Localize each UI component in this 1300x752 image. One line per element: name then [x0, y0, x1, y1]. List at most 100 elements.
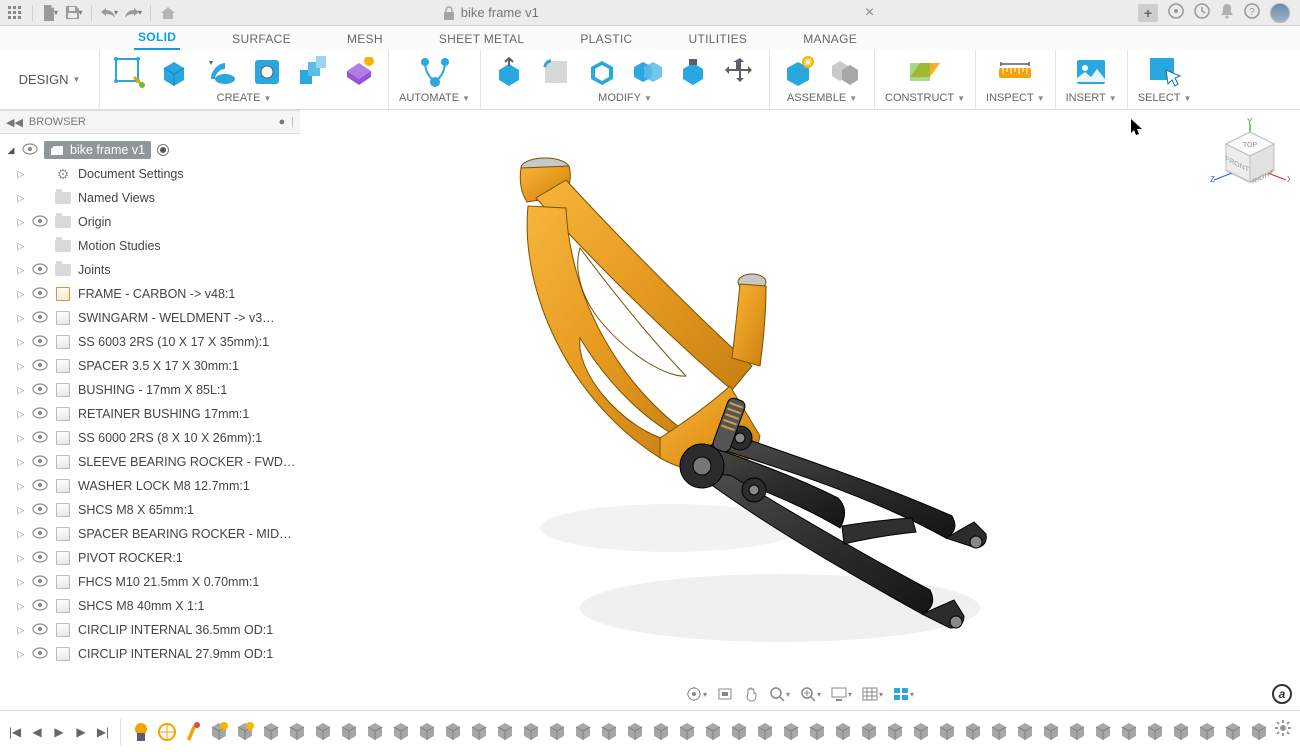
timeline-feature[interactable]	[155, 719, 179, 745]
timeline-stepfwd-icon[interactable]: ▶	[72, 723, 90, 741]
tree-root[interactable]: ◢ bike frame v1	[2, 138, 298, 162]
tree-item[interactable]: ▷SPACER BEARING ROCKER - MID…	[2, 522, 298, 546]
timeline-feature[interactable]	[779, 719, 803, 745]
visibility-icon[interactable]	[32, 599, 48, 614]
presspull-icon[interactable]	[491, 53, 529, 91]
visibility-icon[interactable]	[32, 359, 48, 374]
timeline-feature[interactable]	[649, 719, 673, 745]
timeline-feature[interactable]	[571, 719, 595, 745]
timeline-feature[interactable]	[1013, 719, 1037, 745]
activate-radio-icon[interactable]	[157, 144, 169, 156]
expand-arrow-icon[interactable]: ▷	[16, 529, 26, 540]
timeline-feature[interactable]	[961, 719, 985, 745]
visibility-icon[interactable]	[32, 335, 48, 350]
combine-icon[interactable]	[629, 53, 667, 91]
viewcube[interactable]: X Y Z TOP FRONT RIGHT	[1210, 118, 1290, 198]
timeline-feature[interactable]	[857, 719, 881, 745]
ribbon-tab-manage[interactable]: MANAGE	[799, 29, 861, 50]
expand-arrow-icon[interactable]: ▷	[16, 169, 26, 180]
align-icon[interactable]	[675, 53, 713, 91]
timeline-feature[interactable]	[1117, 719, 1141, 745]
timeline-feature[interactable]	[1039, 719, 1063, 745]
expand-arrow-icon[interactable]: ▷	[16, 505, 26, 516]
tree-item[interactable]: ▷SHCS M8 40mm X 1:1	[2, 594, 298, 618]
extensions-icon[interactable]	[1168, 3, 1184, 22]
timeline-feature[interactable]	[1221, 719, 1245, 745]
visibility-icon[interactable]	[32, 407, 48, 422]
timeline-start-icon[interactable]: |◀	[6, 723, 24, 741]
tree-item[interactable]: ▷FRAME - CARBON -> v48:1	[2, 282, 298, 306]
fillet-icon[interactable]	[537, 53, 575, 91]
expand-arrow-icon[interactable]: ▷	[16, 625, 26, 636]
clock-icon[interactable]	[1194, 3, 1210, 22]
timeline-feature[interactable]	[233, 719, 257, 745]
timeline-feature[interactable]	[1065, 719, 1089, 745]
help-icon[interactable]: ?	[1244, 3, 1260, 22]
tree-item[interactable]: ▷Motion Studies	[2, 234, 298, 258]
tree-item[interactable]: ▷Joints	[2, 258, 298, 282]
form-icon[interactable]	[340, 53, 378, 91]
close-tab-icon[interactable]: ×	[865, 4, 874, 22]
expand-arrow-icon[interactable]: ▷	[16, 457, 26, 468]
timeline-feature[interactable]	[545, 719, 569, 745]
expand-arrow-icon[interactable]: ▷	[16, 649, 26, 660]
timeline-feature[interactable]	[1143, 719, 1167, 745]
timeline-feature[interactable]	[805, 719, 829, 745]
tree-item[interactable]: ▷SWINGARM - WELDMENT -> v3…	[2, 306, 298, 330]
timeline-feature[interactable]	[259, 719, 283, 745]
tree-item[interactable]: ▷Named Views	[2, 186, 298, 210]
viewport-icon[interactable]: ▾	[893, 687, 914, 701]
timeline-feature[interactable]	[181, 719, 205, 745]
pattern-icon[interactable]	[294, 53, 332, 91]
visibility-icon[interactable]	[32, 383, 48, 398]
shell-icon[interactable]	[583, 53, 621, 91]
expand-arrow-icon[interactable]: ▷	[16, 241, 26, 252]
timeline-feature[interactable]	[1169, 719, 1193, 745]
construct-plane-icon[interactable]	[906, 53, 944, 91]
tree-item[interactable]: ▷SHCS M8 X 65mm:1	[2, 498, 298, 522]
visibility-icon[interactable]	[32, 479, 48, 494]
timeline-stepback-icon[interactable]: ◀	[28, 723, 46, 741]
timeline-feature[interactable]	[311, 719, 335, 745]
hole-icon[interactable]	[248, 53, 286, 91]
visibility-icon[interactable]	[32, 287, 48, 302]
visibility-icon[interactable]	[32, 263, 48, 278]
timeline-feature[interactable]	[597, 719, 621, 745]
group-assemble-label[interactable]: ASSEMBLE▼	[787, 92, 857, 104]
new-component-icon[interactable]	[780, 53, 818, 91]
tree-item[interactable]: ▷SS 6000 2RS (8 X 10 X 26mm):1	[2, 426, 298, 450]
expand-arrow-icon[interactable]: ▷	[16, 361, 26, 372]
timeline-feature[interactable]	[337, 719, 361, 745]
visibility-icon[interactable]	[22, 143, 38, 158]
timeline-feature[interactable]	[1091, 719, 1115, 745]
timeline-feature[interactable]	[831, 719, 855, 745]
timeline-feature[interactable]	[1195, 719, 1219, 745]
visibility-icon[interactable]	[32, 575, 48, 590]
ribbon-tab-surface[interactable]: SURFACE	[228, 29, 295, 50]
timeline-feature[interactable]	[727, 719, 751, 745]
tree-item[interactable]: ▷WASHER LOCK M8 12.7mm:1	[2, 474, 298, 498]
lookat-icon[interactable]	[717, 686, 733, 702]
timeline-feature[interactable]	[1247, 719, 1271, 745]
timeline-feature[interactable]	[675, 719, 699, 745]
display-icon[interactable]: ▾	[831, 687, 852, 701]
ribbon-tab-plastic[interactable]: PLASTIC	[576, 29, 636, 50]
fit-icon[interactable]: ▾	[800, 686, 821, 702]
tree-item[interactable]: ▷PIVOT ROCKER:1	[2, 546, 298, 570]
bell-icon[interactable]	[1220, 3, 1234, 22]
save-icon[interactable]: ▾	[63, 3, 85, 23]
joint-icon[interactable]	[826, 53, 864, 91]
redo-icon[interactable]: ▾	[122, 3, 144, 23]
grid-icon[interactable]: ▾	[862, 687, 883, 701]
expand-arrow-icon[interactable]: ▷	[16, 433, 26, 444]
timeline-feature[interactable]	[389, 719, 413, 745]
zoom-icon[interactable]: ▾	[769, 686, 790, 702]
visibility-icon[interactable]	[32, 311, 48, 326]
timeline-feature[interactable]	[129, 719, 153, 745]
undo-icon[interactable]: ▾	[98, 3, 120, 23]
tree-item[interactable]: ▷BUSHING - 17mm X 85L:1	[2, 378, 298, 402]
timeline-feature[interactable]	[987, 719, 1011, 745]
timeline-settings-icon[interactable]	[1274, 719, 1292, 742]
tree-item[interactable]: ▷CIRCLIP INTERNAL 36.5mm OD:1	[2, 618, 298, 642]
visibility-icon[interactable]	[32, 623, 48, 638]
